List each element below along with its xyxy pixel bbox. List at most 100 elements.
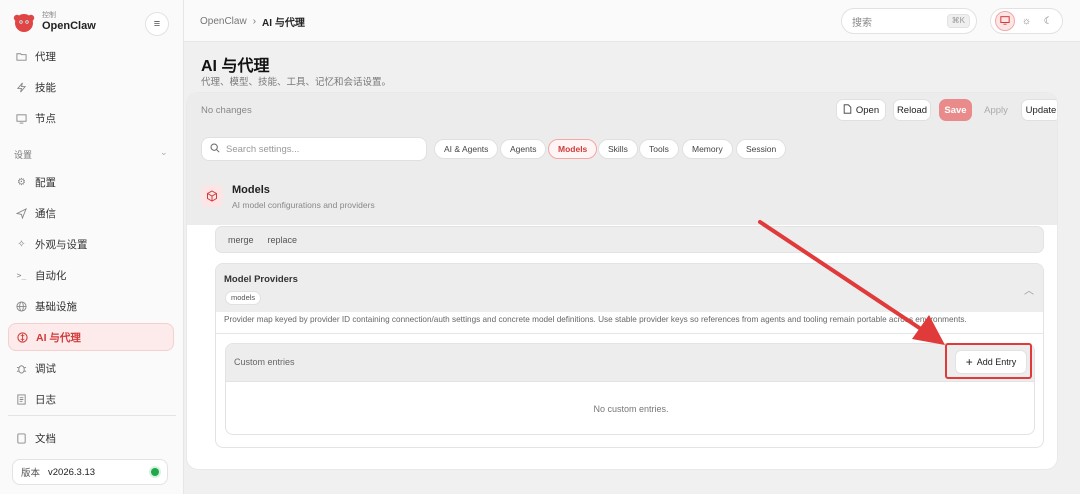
model-providers-description: Provider map keyed by provider ID contai… [224, 315, 967, 324]
chevron-up-icon[interactable]: ︿ [1024, 282, 1034, 297]
replace-option[interactable]: replace [268, 235, 298, 245]
chip-session[interactable]: Session [736, 139, 787, 159]
merge-mode-selector: merge replace [215, 226, 1044, 253]
theme-dark-button[interactable]: ☾ [1038, 11, 1058, 31]
chip-memory[interactable]: Memory [682, 139, 733, 159]
brand-name: OpenClaw [42, 19, 96, 32]
cube-icon [201, 185, 223, 207]
sidebar-item-config[interactable]: ⚙ 配置 [8, 168, 174, 196]
theme-switcher: ☼ ☾ [990, 8, 1063, 34]
openclaw-logo-icon [12, 10, 36, 34]
model-providers-header[interactable]: Model Providers models ︿ [216, 264, 1043, 312]
sidebar-item-communication[interactable]: 通信 [8, 199, 174, 227]
annotation-highlight-box [945, 343, 1032, 379]
sidebar: 控制 OpenClaw ≡ 代理 技能 节点 设置 ⌄ ⚙ 配置 通信 ✧ 外观… [0, 0, 184, 494]
sidebar-item-logs[interactable]: 日志 [8, 385, 174, 413]
sidebar-item-label: 配置 [35, 176, 56, 189]
menu-icon: ≡ [153, 18, 161, 30]
custom-entries-panel: Custom entries + Add Entry No custom ent… [225, 343, 1035, 435]
save-button-label: Save [944, 104, 967, 116]
sidebar-item-nodes[interactable]: 节点 [8, 104, 174, 132]
settings-search-placeholder: Search settings... [226, 143, 300, 155]
scroll-icon [16, 393, 27, 405]
chip-models[interactable]: Models [548, 139, 598, 159]
update-button-label: Update [1025, 104, 1057, 116]
sidebar-item-label: 自动化 [35, 269, 67, 282]
config-toolbar: No changes Open Reload Save Apply Update… [187, 93, 1057, 225]
sidebar-item-label: 技能 [35, 81, 56, 94]
sidebar-item-label: 外观与设置 [35, 238, 88, 251]
version-label: 版本 [21, 468, 41, 479]
save-button[interactable]: Save [939, 99, 972, 121]
sidebar-item-ai-agents[interactable]: AI 与代理 [8, 323, 174, 351]
reload-button-label: Reload [896, 104, 928, 116]
chevron-down-icon[interactable]: ⌄ [160, 147, 168, 158]
search-placeholder: 搜索 [852, 17, 872, 29]
sidebar-item-label: AI 与代理 [36, 331, 81, 344]
open-button[interactable]: Open [836, 99, 886, 121]
open-button-label: Open [855, 104, 880, 116]
empty-state-text: No custom entries. [593, 404, 669, 414]
settings-search-input[interactable]: Search settings... [201, 137, 427, 161]
apply-button-label: Apply [984, 104, 1008, 116]
sidebar-item-appearance[interactable]: ✧ 外观与设置 [8, 230, 174, 258]
sidebar-item-automation[interactable]: >_ 自动化 [8, 261, 174, 289]
apply-button[interactable]: Apply [979, 99, 1013, 121]
update-button[interactable]: Update [1021, 99, 1057, 121]
folder-icon [16, 51, 27, 62]
sidebar-item-label: 日志 [35, 393, 56, 406]
sidebar-item-docs[interactable]: 文档 [8, 424, 174, 452]
sidebar-divider [8, 415, 176, 416]
zap-icon [16, 82, 27, 93]
global-search-input[interactable]: 搜索 ⌘K [841, 8, 977, 34]
bug-icon [16, 363, 27, 374]
reload-button[interactable]: Reload [893, 99, 931, 121]
book-icon [16, 432, 27, 444]
page-title: AI 与代理 [201, 58, 270, 75]
breadcrumb-separator: › [252, 16, 257, 27]
sidebar-item-agents[interactable]: 代理 [8, 42, 174, 70]
divider [216, 333, 1043, 334]
merge-option[interactable]: merge [228, 235, 254, 245]
brand-subtitle: 控制 [42, 11, 56, 19]
sidebar-item-label: 节点 [35, 112, 56, 125]
search-icon [210, 143, 220, 156]
monitor-icon [1000, 15, 1010, 28]
moon-icon: ☾ [1043, 15, 1053, 27]
breadcrumb: OpenClaw › AI 与代理 [200, 14, 305, 29]
chip-skills[interactable]: Skills [598, 139, 638, 159]
search-shortcut: ⌘K [946, 14, 970, 28]
breadcrumb-root[interactable]: OpenClaw [200, 16, 247, 27]
chip-ai-agents[interactable]: AI & Agents [434, 139, 499, 159]
sidebar-item-debug[interactable]: 调试 [8, 354, 174, 382]
sun-icon: ☼ [1021, 15, 1032, 27]
sidebar-item-label: 调试 [35, 362, 56, 375]
file-icon [843, 103, 852, 117]
model-providers-title: Model Providers [224, 274, 298, 285]
sidebar-item-label: 基础设施 [35, 300, 77, 313]
section-title: Models [232, 184, 270, 196]
topbar: OpenClaw › AI 与代理 搜索 ⌘K ☼ ☾ [184, 0, 1080, 42]
terminal-icon: >_ [16, 270, 27, 280]
sidebar-item-label: 代理 [35, 50, 56, 63]
version-badge: 版本 v2026.3.13 [12, 459, 168, 485]
sidebar-toggle-button[interactable]: ≡ [145, 12, 169, 36]
version-value: v2026.3.13 [48, 466, 96, 478]
theme-system-button[interactable] [994, 11, 1015, 31]
section-subtitle: AI model configurations and providers [232, 200, 375, 210]
sidebar-item-label: 文档 [35, 432, 56, 445]
sidebar-item-skills[interactable]: 技能 [8, 73, 174, 101]
sidebar-item-infrastructure[interactable]: 基础设施 [8, 292, 174, 320]
model-providers-panel: Model Providers models ︿ Provider map ke… [215, 263, 1044, 448]
change-status: No changes [201, 105, 252, 116]
page-subtitle: 代理、模型、技能、工具、记忆和会话设置。 [201, 77, 392, 88]
chip-tools[interactable]: Tools [639, 139, 679, 159]
sparkle-icon: ✧ [17, 238, 26, 250]
chip-agents[interactable]: Agents [500, 139, 547, 159]
model-providers-tag: models [225, 291, 262, 305]
settings-section-label: 设置 [14, 150, 33, 160]
status-dot-icon [151, 468, 159, 476]
theme-light-button[interactable]: ☼ [1016, 11, 1036, 31]
breadcrumb-current: AI 与代理 [262, 18, 305, 29]
brand[interactable]: 控制 OpenClaw [12, 10, 96, 34]
